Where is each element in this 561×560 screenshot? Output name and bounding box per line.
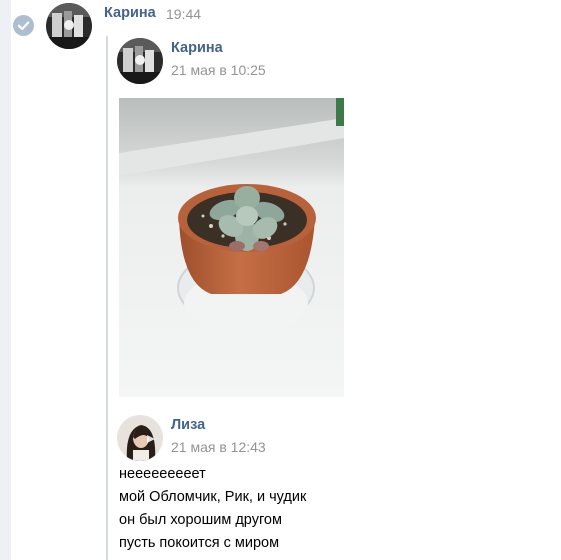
message-time[interactable]: 19:44 xyxy=(166,6,201,22)
message-text-line: мой Обломчик, Рик, и чудик xyxy=(119,489,307,505)
message-text-line: он был хорошим другом xyxy=(119,512,282,528)
forwarded-avatar[interactable] xyxy=(117,38,163,84)
selection-strip xyxy=(0,0,11,560)
forwarded-author[interactable]: Карина xyxy=(171,40,223,56)
forwarded-avatar[interactable] xyxy=(117,415,163,461)
forwarded-date[interactable]: 21 мая в 12:43 xyxy=(171,439,266,455)
message-text-line: нееееееееет xyxy=(119,466,206,482)
message-author[interactable]: Карина xyxy=(104,5,156,21)
succulent-photo[interactable] xyxy=(119,98,344,397)
forward-line xyxy=(106,36,108,560)
message-text-line: пусть покоится с миром xyxy=(119,535,280,551)
avatar[interactable] xyxy=(46,3,92,49)
forwarded-date[interactable]: 21 мая в 10:25 xyxy=(171,62,266,78)
check-icon[interactable] xyxy=(13,15,34,36)
forwarded-author[interactable]: Лиза xyxy=(171,417,205,433)
